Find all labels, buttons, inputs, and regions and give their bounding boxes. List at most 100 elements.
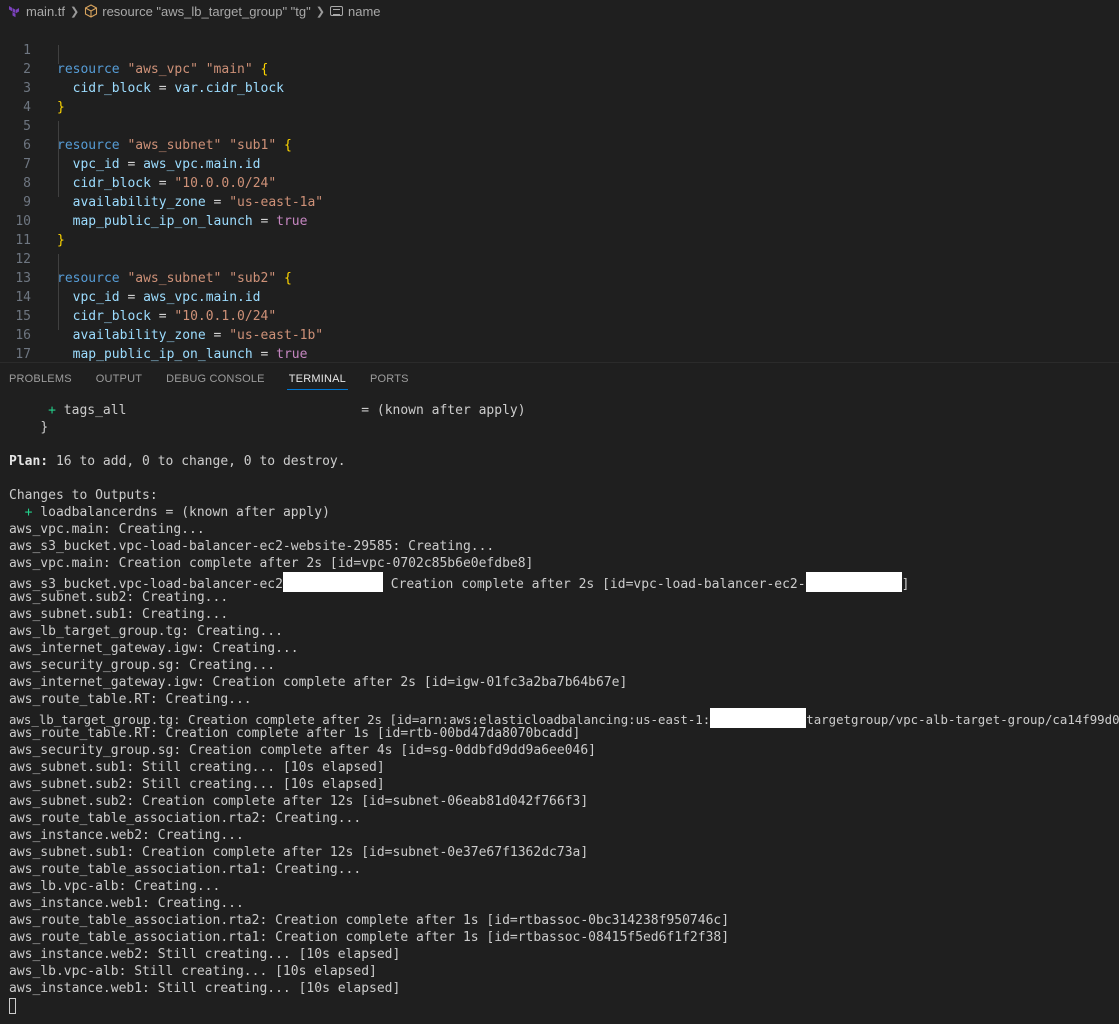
terminal-line-text: aws_route_table_association.rta1: Creati… <box>9 930 730 945</box>
terminal-line: aws_instance.web2: Still creating... [10… <box>9 946 400 963</box>
terraform-icon <box>9 5 19 17</box>
tab-debug-console[interactable]: DEBUG CONSOLE <box>166 363 265 395</box>
code-line: 13 vpc_id = aws_vpc.main.id <box>0 250 1119 305</box>
chevron-right-icon: ❯ <box>70 5 80 18</box>
breadcrumb-file-label: main.tf <box>26 3 66 19</box>
code-line: 1 resource "aws_vpc" "main" { <box>0 22 1119 77</box>
breadcrumb-resource[interactable]: resource "aws_lb_target_group" "tg" <box>84 4 311 19</box>
terminal-line: aws_route_table.RT: Creation complete af… <box>9 725 580 742</box>
terminal-line: + tags_all = (known after apply) <box>9 402 526 419</box>
terminal-line: aws_s3_bucket.vpc-load-balancer-ec2 Crea… <box>9 572 910 592</box>
plan-summary: 16 to add, 0 to change, 0 to destroy. <box>48 454 346 469</box>
symbol-field-icon <box>329 6 343 16</box>
terminal-line-text: aws_instance.web1: Creating... <box>9 896 244 911</box>
terminal-line: aws_subnet.sub1: Still creating... [10s … <box>9 759 385 776</box>
terminal-cursor <box>9 998 16 1014</box>
code-line: 8 availability_zone = "us-east-1a" <box>0 155 1119 210</box>
terminal-line: Changes to Outputs: <box>9 487 158 504</box>
terminal-line-text: aws_vpc.main: Creation complete after 2s… <box>9 556 534 571</box>
tab-output[interactable]: OUTPUT <box>96 363 142 395</box>
terminal-line-text: targetgroup/vpc-alb-target-group/ca14f99… <box>806 712 1119 727</box>
terminal-line-text: aws_route_table_association.rta2: Creati… <box>9 811 362 826</box>
terminal-line-text: aws_s3_bucket.vpc-load-balancer-ec2-webs… <box>9 539 495 554</box>
terminal-line: aws_lb.vpc-alb: Creating... <box>9 878 220 895</box>
code-line: 18 <box>0 345 1119 362</box>
terminal-line: aws_subnet.sub2: Creation complete after… <box>9 793 588 810</box>
code-line: 4 <box>0 79 1119 115</box>
terminal[interactable]: + tags_all = (known after apply) } Plan:… <box>0 395 1119 1024</box>
code-line: 11 <box>0 212 1119 248</box>
chevron-right-icon: ❯ <box>315 5 325 18</box>
terminal-line: Plan: 16 to add, 0 to change, 0 to destr… <box>9 453 346 470</box>
terminal-line-text: aws_instance.web1: Still creating... [10… <box>9 981 401 996</box>
code-line: 10 } <box>0 193 1119 248</box>
terminal-line-text: aws_route_table.RT: Creation complete af… <box>9 726 581 741</box>
terminal-line-text: aws_subnet.sub1: Still creating... [10s … <box>9 760 385 775</box>
code-line: 12 resource "aws_subnet" "sub2" { <box>0 231 1119 286</box>
terminal-line: aws_s3_bucket.vpc-load-balancer-ec2-webs… <box>9 538 494 555</box>
terminal-line: aws_internet_gateway.igw: Creation compl… <box>9 674 627 691</box>
code-line: 14 cidr_block = "10.0.1.0/24" <box>0 269 1119 324</box>
redaction-box <box>710 708 807 728</box>
code-line: 5 resource "aws_subnet" "sub1" { <box>0 98 1119 153</box>
code-line: 15 availability_zone = "us-east-1b" <box>0 288 1119 343</box>
terminal-line: aws_lb.vpc-alb: Still creating... [10s e… <box>9 963 377 980</box>
terminal-line-text: Creation complete after 2s [id=vpc-load-… <box>382 577 806 592</box>
terminal-line: aws_route_table.RT: Creating... <box>9 691 252 708</box>
plan-label: Plan: <box>9 454 49 469</box>
terminal-line-text: aws_lb_target_group.tg: Creating... <box>9 624 283 639</box>
terminal-line: aws_vpc.main: Creating... <box>9 521 205 538</box>
code-line: 17 } <box>0 326 1119 362</box>
terminal-line-text: aws_instance.web2: Still creating... [10… <box>9 947 401 962</box>
symbol-structure-icon <box>85 4 98 18</box>
breadcrumb-file[interactable]: main.tf <box>8 4 65 19</box>
terminal-line-text: Changes to Outputs: <box>9 488 158 503</box>
terminal-line: aws_vpc.main: Creation complete after 2s… <box>9 555 533 572</box>
code-line: 9 map_public_ip_on_launch = true <box>0 174 1119 229</box>
terminal-line-text: aws_internet_gateway.igw: Creating... <box>9 641 299 656</box>
breadcrumb-field-label: name <box>347 3 381 19</box>
tab-terminal[interactable]: TERMINAL <box>286 363 349 395</box>
terminal-line: aws_route_table_association.rta2: Creati… <box>9 810 361 827</box>
breadcrumb: main.tf ❯ resource "aws_lb_target_group"… <box>0 0 1119 22</box>
terminal-line-text: aws_route_table.RT: Creating... <box>9 692 252 707</box>
terminal-line: aws_route_table_association.rta1: Creati… <box>9 929 729 946</box>
terminal-line-text: aws_subnet.sub1: Creating... <box>9 607 229 622</box>
code-line: 3 } <box>0 60 1119 115</box>
terminal-line-text: aws_route_table_association.rta2: Creati… <box>9 913 730 928</box>
plus-sign: + <box>48 403 56 418</box>
terminal-line-text: aws_route_table_association.rta1: Creati… <box>9 862 362 877</box>
terminal-line-text: aws_instance.web2: Creating... <box>9 828 244 843</box>
terminal-line-text: ] <box>901 577 910 592</box>
terminal-line-text: aws_internet_gateway.igw: Creation compl… <box>9 675 628 690</box>
panel-tabs: PROBLEMS OUTPUT DEBUG CONSOLE TERMINAL P… <box>0 363 1119 395</box>
code-editor[interactable]: 1 resource "aws_vpc" "main" { 2 cidr_blo… <box>0 22 1119 362</box>
terminal-line-text: aws_vpc.main: Creating... <box>9 522 205 537</box>
terminal-line: aws_instance.web1: Creating... <box>9 895 244 912</box>
terminal-line: aws_subnet.sub2: Still creating... [10s … <box>9 776 385 793</box>
terminal-line-text: aws_subnet.sub2: Creation complete after… <box>9 794 589 809</box>
terminal-line: aws_lb_target_group.tg: Creation complet… <box>9 708 1119 728</box>
terminal-line-text: } <box>40 420 49 435</box>
terminal-line-text: loadbalancerdns = (known after apply) <box>32 505 330 520</box>
terminal-line: aws_subnet.sub2: Creating... <box>9 589 228 606</box>
breadcrumb-field[interactable]: name <box>329 3 381 19</box>
terminal-line: + loadbalancerdns = (known after apply) <box>9 504 330 521</box>
terminal-line: aws_subnet.sub1: Creation complete after… <box>9 844 588 861</box>
code-line: 2 cidr_block = var.cidr_block <box>0 41 1119 96</box>
terminal-line-text: aws_lb.vpc-alb: Creating... <box>9 879 221 894</box>
terminal-line: aws_subnet.sub1: Creating... <box>9 606 228 623</box>
code-line: 7 cidr_block = "10.0.0.0/24" <box>0 136 1119 191</box>
redaction-box <box>805 572 902 592</box>
redaction-box <box>282 572 383 592</box>
terminal-line-text: aws_subnet.sub1: Creation complete after… <box>9 845 589 860</box>
terminal-line: } <box>9 419 48 436</box>
code-line: 16 map_public_ip_on_launch = true <box>0 307 1119 362</box>
terminal-line: aws_instance.web2: Creating... <box>9 827 244 844</box>
terminal-line: aws_internet_gateway.igw: Creating... <box>9 640 299 657</box>
terminal-line-text: aws_lb.vpc-alb: Still creating... [10s e… <box>9 964 377 979</box>
tab-ports[interactable]: PORTS <box>370 363 409 395</box>
terminal-line: aws_route_table_association.rta2: Creati… <box>9 912 729 929</box>
terminal-line-text: tags_all = (known after apply) <box>55 403 526 418</box>
tab-problems[interactable]: PROBLEMS <box>9 363 72 395</box>
